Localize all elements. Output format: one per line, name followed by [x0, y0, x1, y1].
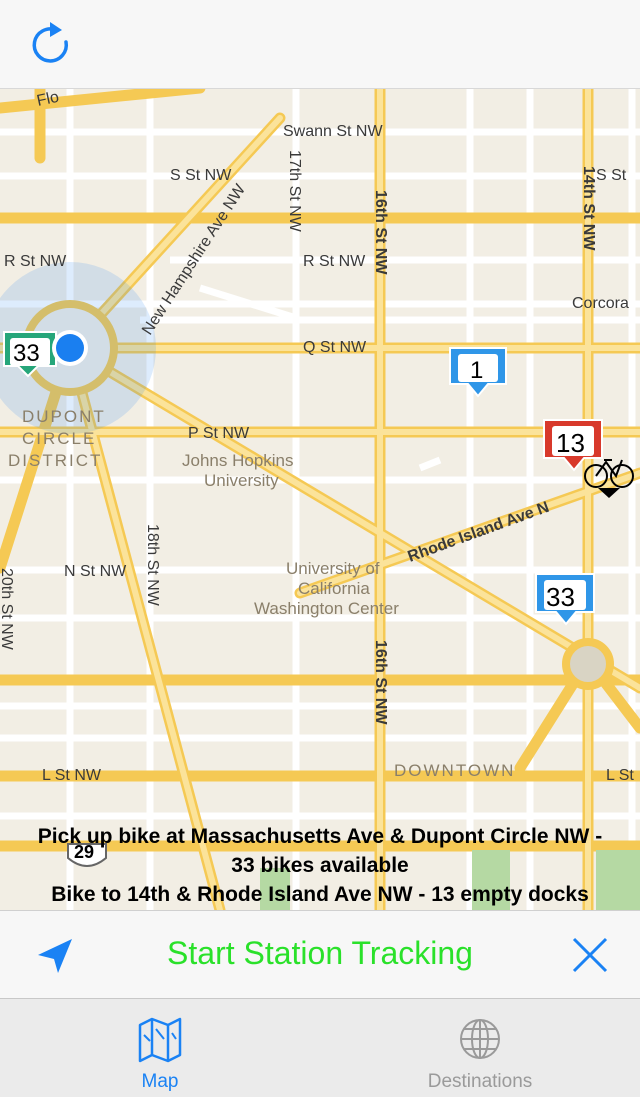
street-label-17th: 17th St NW	[286, 150, 303, 233]
instruction-line-3: Bike to 14th & Rhode Island Ave NW - 13 …	[51, 883, 589, 906]
top-navbar	[0, 0, 640, 89]
route-instructions: Pick up bike at Massachusetts Ave & Dupo…	[0, 822, 640, 909]
tab-map[interactable]: Map	[0, 999, 320, 1097]
start-station-tracking-button[interactable]: Start Station Tracking	[120, 935, 520, 972]
user-location-dot	[52, 330, 88, 366]
station-marker-label: 13	[556, 428, 585, 458]
street-label-n-st: N St NW	[64, 563, 127, 580]
street-label-s-st-right: S St	[596, 167, 627, 184]
close-icon	[572, 937, 608, 973]
refresh-button[interactable]	[26, 20, 74, 68]
street-label-18th: 18th St NW	[144, 524, 161, 607]
station-marker-label: 33	[546, 582, 575, 612]
station-marker-label: 33	[13, 340, 40, 367]
tab-bar: Map Destinations	[0, 998, 640, 1097]
street-label-corcoran: Corcora	[572, 295, 629, 312]
instruction-line-2: 33 bikes available	[231, 854, 409, 877]
map-icon	[138, 1017, 182, 1063]
location-arrow-icon	[38, 939, 72, 973]
area-label-downtown: DOWNTOWN	[394, 761, 515, 780]
refresh-icon	[32, 22, 69, 63]
street-label-swann: Swann St NW	[283, 123, 383, 140]
street-label-20th: 20th St NW	[0, 568, 15, 651]
action-bar: Start Station Tracking	[0, 910, 640, 999]
tab-destinations-label: Destinations	[427, 1071, 533, 1092]
street-label-s-st: S St NW	[170, 167, 232, 184]
poi-label-jhu-1: Johns Hopkins	[182, 451, 294, 470]
street-label-r-st-left: R St NW	[4, 253, 67, 270]
street-label-l-st-left: L St NW	[42, 767, 102, 784]
area-label-dupont-1: DUPONT	[22, 407, 106, 426]
area-label-dupont-3: DISTRICT	[8, 451, 102, 470]
street-label-14th: 14th St NW	[580, 166, 597, 251]
street-label-q-st: Q St NW	[303, 339, 367, 356]
street-label-r-st-center: R St NW	[303, 253, 366, 270]
street-label-16th-top: 16th St NW	[372, 190, 389, 275]
close-button[interactable]	[568, 933, 612, 977]
globe-icon	[460, 1019, 500, 1059]
tab-map-label: Map	[141, 1071, 179, 1092]
map-view[interactable]: Swann St NW S St NW S St R St NW R St NW…	[0, 88, 640, 910]
poi-label-uc-3: Washington Center	[254, 599, 399, 618]
poi-label-uc-2: California	[298, 579, 370, 598]
poi-label-jhu-2: University	[204, 471, 279, 490]
station-marker-label: 1	[470, 357, 483, 384]
street-label-l-st-right: L St	[606, 767, 634, 784]
poi-label-uc-1: University of	[286, 559, 380, 578]
street-label-p-st: P St NW	[188, 425, 250, 442]
instruction-line-1: Pick up bike at Massachusetts Ave & Dupo…	[37, 825, 603, 848]
tab-destinations[interactable]: Destinations	[320, 999, 640, 1097]
street-label-16th-bottom: 16th St NW	[372, 640, 389, 725]
locate-button[interactable]	[34, 933, 78, 977]
area-label-dupont-2: CIRCLE	[22, 429, 96, 448]
